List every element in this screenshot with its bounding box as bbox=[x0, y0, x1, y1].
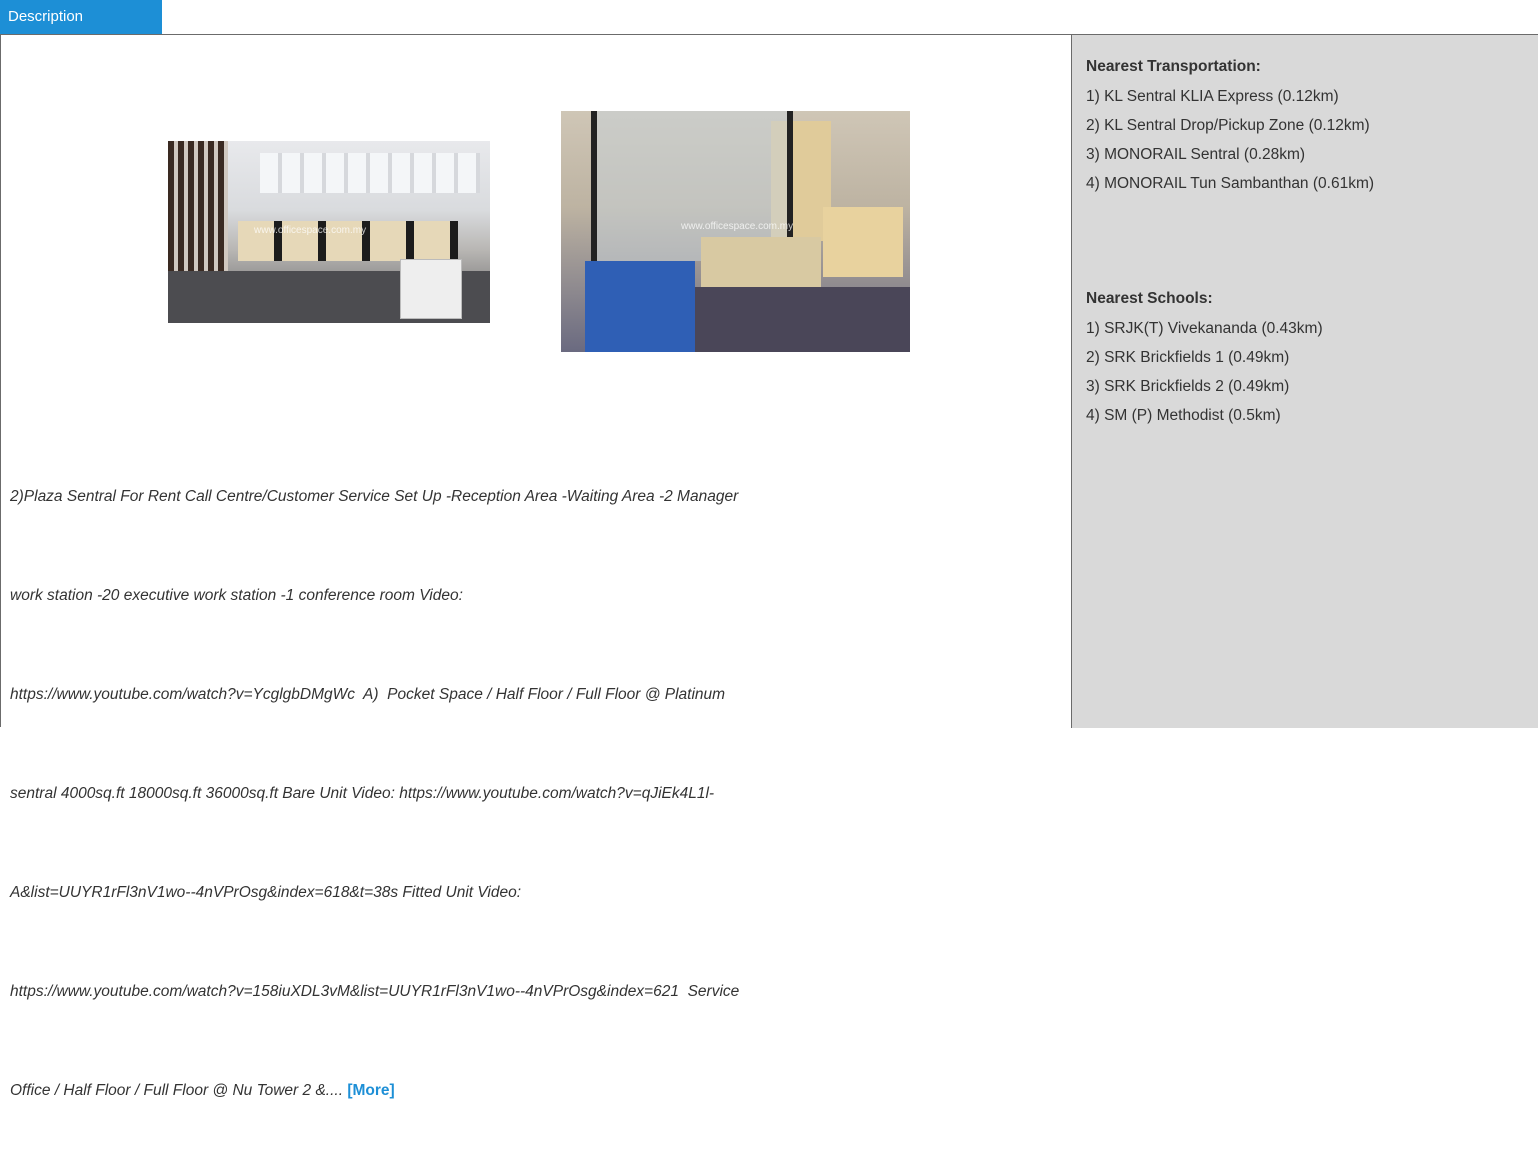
tab-description[interactable]: Description bbox=[0, 0, 162, 34]
school-item: 1) SRJK(T) Vivekananda (0.43km) bbox=[1086, 320, 1323, 337]
description-line: https://www.youtube.com/watch?v=158iuXDL… bbox=[10, 983, 740, 1000]
transportation-item: 1) KL Sentral KLIA Express (0.12km) bbox=[1086, 88, 1339, 105]
description-line: work station -20 executive work station … bbox=[10, 587, 463, 604]
description-line-last: Office / Half Floor / Full Floor @ Nu To… bbox=[10, 1074, 1060, 1107]
office-photo-open-plan[interactable]: www.officespace.com.my bbox=[168, 141, 490, 323]
schools-heading: Nearest Schools: bbox=[1086, 290, 1213, 307]
more-link[interactable]: [More] bbox=[347, 1082, 394, 1099]
listing-description: 2)Plaza Sentral For Rent Call Centre/Cus… bbox=[10, 414, 1060, 1173]
description-line: 2)Plaza Sentral For Rent Call Centre/Cus… bbox=[10, 488, 739, 505]
transportation-heading: Nearest Transportation: bbox=[1086, 58, 1261, 75]
transportation-item: 4) MONORAIL Tun Sambanthan (0.61km) bbox=[1086, 175, 1375, 192]
description-line: sentral 4000sq.ft 18000sq.ft 36000sq.ft … bbox=[10, 785, 715, 802]
transportation-item: 2) KL Sentral Drop/Pickup Zone (0.12km) bbox=[1086, 117, 1370, 134]
nearby-sidebar: Nearest Transportation: 1) KL Sentral KL… bbox=[1072, 35, 1538, 728]
school-item: 2) SRK Brickfields 1 (0.49km) bbox=[1086, 349, 1290, 366]
description-line: https://www.youtube.com/watch?v=YcglgbDM… bbox=[10, 686, 726, 703]
photo-watermark: www.officespace.com.my bbox=[254, 225, 367, 236]
nearest-schools: Nearest Schools: 1) SRJK(T) Vivekananda … bbox=[1086, 284, 1323, 430]
school-item: 3) SRK Brickfields 2 (0.49km) bbox=[1086, 378, 1290, 395]
description-line: Office / Half Floor / Full Floor @ Nu To… bbox=[10, 1082, 348, 1099]
transportation-item: 3) MONORAIL Sentral (0.28km) bbox=[1086, 146, 1306, 163]
photo-watermark: www.officespace.com.my bbox=[681, 221, 794, 232]
nearest-transportation: Nearest Transportation: 1) KL Sentral KL… bbox=[1086, 52, 1374, 198]
school-item: 4) SM (P) Methodist (0.5km) bbox=[1086, 407, 1281, 424]
description-line: A&list=UUYR1rFl3nV1wo--4nVPrOsg&index=61… bbox=[10, 884, 522, 901]
description-panel: www.officespace.com.my www.officespace.c… bbox=[0, 34, 1538, 1099]
office-photo-workstation[interactable]: www.officespace.com.my bbox=[561, 111, 910, 352]
description-main: www.officespace.com.my www.officespace.c… bbox=[1, 35, 1072, 1099]
